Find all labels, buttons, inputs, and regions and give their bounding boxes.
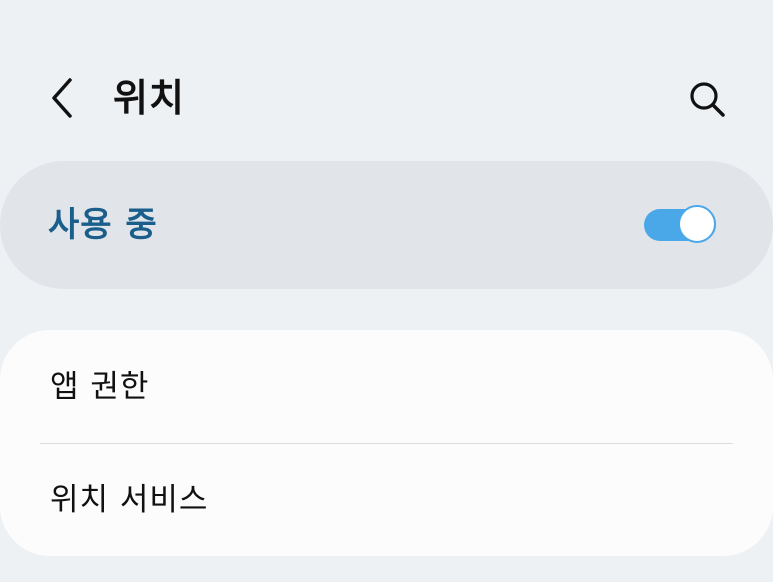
search-icon (690, 82, 725, 117)
master-switch-label: 사용 중 (48, 205, 158, 245)
list-item-app-permissions[interactable]: 앱 권한 (0, 330, 773, 443)
list-item-location-services[interactable]: 위치 서비스 (0, 443, 773, 556)
app-bar: 위치 (0, 58, 773, 138)
back-button[interactable] (38, 68, 88, 128)
page-title: 위치 (113, 76, 185, 120)
search-button[interactable] (680, 72, 736, 128)
location-master-switch-row[interactable]: 사용 중 (0, 161, 773, 289)
list-item-label: 앱 권한 (50, 369, 150, 405)
location-toggle[interactable] (644, 205, 720, 245)
settings-list: 앱 권한 위치 서비스 (0, 330, 773, 556)
chevron-left-icon (52, 78, 72, 118)
list-item-label: 위치 서비스 (50, 482, 209, 518)
toggle-thumb (678, 205, 716, 243)
